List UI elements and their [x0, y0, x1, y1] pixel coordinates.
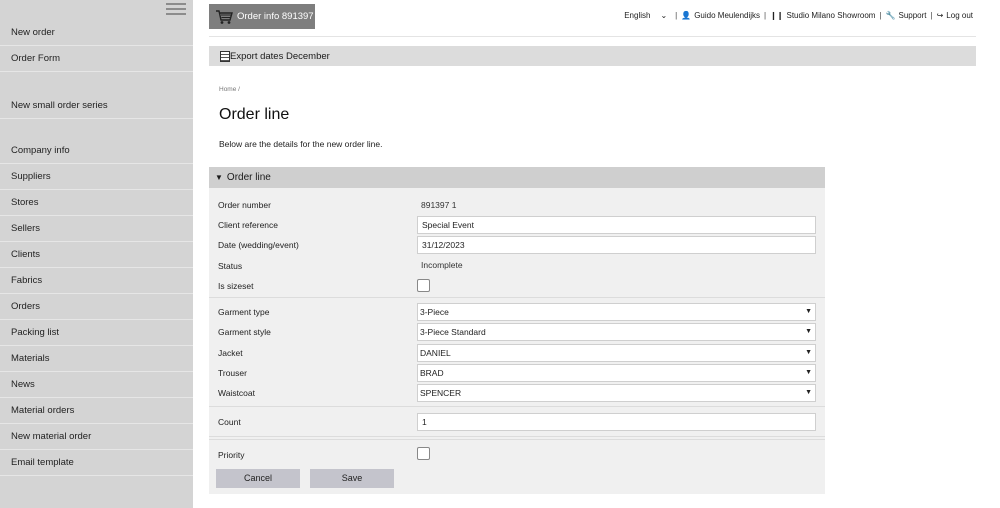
form-divider — [209, 406, 825, 407]
garment-style-select[interactable]: 3-Piece Standard ▼ — [417, 323, 816, 341]
document-icon — [220, 50, 230, 62]
user-name: Guido Meulendijks — [694, 11, 761, 20]
page-intro-text: Below are the details for the new order … — [219, 139, 383, 149]
language-select[interactable]: English — [624, 11, 650, 20]
export-dates-bar[interactable]: Export dates December — [209, 46, 976, 66]
garment-style-label: Garment style — [218, 327, 271, 337]
garment-type-select[interactable]: 3-Piece ▼ — [417, 303, 816, 321]
jacket-select[interactable]: DANIEL ▼ — [417, 344, 816, 362]
sidebar-item-packing-list[interactable]: Packing list — [0, 320, 193, 346]
cancel-button[interactable]: Cancel — [216, 469, 300, 488]
collapse-triangle-icon: ▼ — [215, 173, 223, 182]
order-line-panel: ▼ Order line Order number 891397 1 Clien… — [209, 167, 825, 494]
waistcoat-select[interactable]: SPENCER ▼ — [417, 384, 816, 402]
garment-style-value: 3-Piece Standard — [420, 327, 486, 337]
support-link[interactable]: 🔧 Support — [886, 11, 927, 20]
save-button[interactable]: Save — [310, 469, 394, 488]
breadcrumb[interactable]: Home / — [219, 86, 240, 93]
date-label: Date (wedding/event) — [218, 240, 299, 250]
form-divider — [209, 436, 825, 437]
dropdown-arrow-icon: ▼ — [805, 349, 812, 356]
priority-label: Priority — [218, 450, 245, 460]
form-divider — [209, 297, 825, 298]
bar-chart-icon: ❙❙ — [770, 11, 784, 20]
order-info-button[interactable]: Order info 891397 — [209, 4, 315, 29]
header-divider — [209, 36, 976, 37]
nav-separator: | — [675, 11, 678, 20]
sidebar-item-new-material-order[interactable]: New material order — [0, 424, 193, 450]
order-info-label: Order info 891397 — [237, 11, 314, 22]
user-icon: 👤 — [681, 11, 692, 20]
wrench-icon: 🔧 — [885, 11, 896, 20]
section-title: Order line — [226, 172, 271, 183]
count-input[interactable]: 1 — [417, 413, 816, 431]
sidebar-item-company-info[interactable]: Company info — [0, 138, 193, 164]
priority-checkbox[interactable] — [417, 447, 430, 460]
dropdown-arrow-icon: ▼ — [805, 308, 812, 315]
sidebar-item-stores[interactable]: Stores — [0, 190, 193, 216]
sidebar-item-sellers[interactable]: Sellers — [0, 216, 193, 242]
sidebar-item-order-form[interactable]: Order Form — [0, 46, 193, 72]
status-label: Status — [218, 261, 243, 271]
waistcoat-value: SPENCER — [420, 388, 462, 398]
page-title: Order line — [219, 106, 290, 123]
count-label: Count — [218, 417, 241, 427]
dropdown-arrow-icon: ▼ — [805, 389, 812, 396]
showroom-name: Studio Milano Showroom — [786, 11, 876, 20]
sidebar-item-materials[interactable]: Materials — [0, 346, 193, 372]
client-reference-label: Client reference — [218, 220, 279, 230]
client-reference-input[interactable]: Special Event — [417, 216, 816, 234]
order-number-label: Order number — [218, 200, 271, 210]
order-line-section-header[interactable]: ▼ Order line — [209, 167, 825, 188]
sidebar-divider — [0, 475, 193, 476]
sidebar-item-news[interactable]: News — [0, 372, 193, 398]
support-label: Support — [898, 11, 927, 20]
sidebar-item-email-template[interactable]: Email template — [0, 450, 193, 476]
status-value: Incomplete — [421, 260, 463, 270]
nav-separator: | — [764, 11, 767, 20]
order-number-value: 891397 1 — [421, 200, 457, 210]
top-navigation: English ⌄ | 👤 Guido Meulendijks | ❙❙ Stu… — [624, 11, 973, 20]
sidebar-item-new-small-order-series[interactable]: New small order series — [0, 93, 193, 119]
garment-type-value: 3-Piece — [420, 307, 449, 317]
sidebar-divider — [0, 71, 193, 72]
nav-separator: | — [930, 11, 933, 20]
trouser-select[interactable]: BRAD ▼ — [417, 364, 816, 382]
jacket-label: Jacket — [218, 348, 243, 358]
user-link[interactable]: 👤 Guido Meulendijks — [681, 11, 760, 20]
sidebar-item-material-orders[interactable]: Material orders — [0, 398, 193, 424]
shopping-cart-icon — [216, 9, 233, 24]
sidebar-item-clients[interactable]: Clients — [0, 242, 193, 268]
form-divider — [209, 439, 825, 440]
trouser-value: BRAD — [420, 368, 444, 378]
logout-label: Log out — [946, 11, 973, 20]
logout-link[interactable]: ↪ Log out — [937, 11, 973, 20]
jacket-value: DANIEL — [420, 348, 451, 358]
waistcoat-label: Waistcoat — [218, 388, 256, 398]
trouser-label: Trouser — [218, 368, 247, 378]
is-sizeset-checkbox[interactable] — [417, 279, 430, 292]
export-dates-label: Export dates December — [230, 50, 330, 62]
sidebar: New order Order Form New small order ser… — [0, 0, 193, 508]
hamburger-menu-icon[interactable] — [166, 3, 186, 15]
dropdown-arrow-icon: ▼ — [805, 328, 812, 335]
sidebar-item-orders[interactable]: Orders — [0, 294, 193, 320]
date-input[interactable]: 31/12/2023 — [417, 236, 816, 254]
dropdown-arrow-icon: ▼ — [805, 369, 812, 376]
showroom-link[interactable]: ❙❙ Studio Milano Showroom — [770, 11, 875, 20]
sidebar-item-fabrics[interactable]: Fabrics — [0, 268, 193, 294]
is-sizeset-label: Is sizeset — [218, 281, 254, 291]
garment-type-label: Garment type — [218, 307, 270, 317]
nav-separator: | — [879, 11, 882, 20]
sidebar-item-new-order[interactable]: New order — [0, 20, 193, 46]
chevron-down-icon[interactable]: ⌄ — [660, 11, 667, 20]
sidebar-item-suppliers[interactable]: Suppliers — [0, 164, 193, 190]
sidebar-divider — [0, 118, 193, 119]
logout-icon: ↪ — [936, 11, 944, 20]
